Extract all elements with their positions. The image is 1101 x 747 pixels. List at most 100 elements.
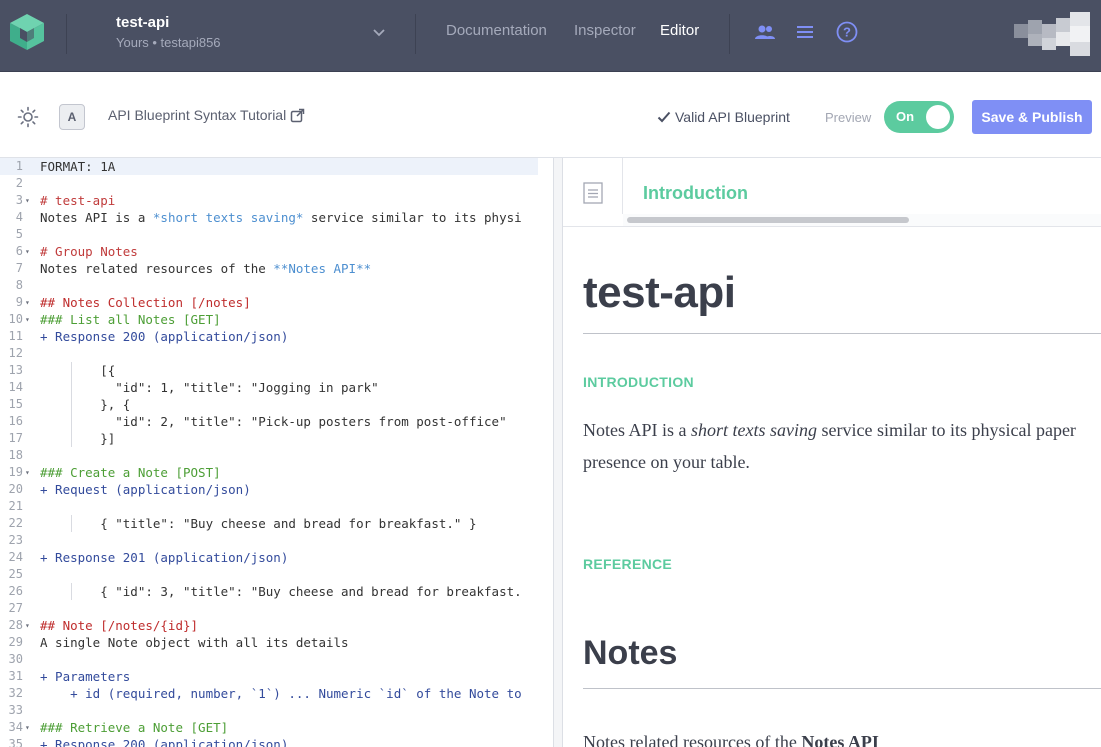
code-line[interactable]: 26 { "id": 3, "title": "Buy cheese and b… [0,583,553,600]
intro-paragraph-line-1: Notes API is a short texts saving servic… [583,414,1101,446]
code-text: ## Note [/notes/{id}] [40,618,199,633]
line-number: 22 [8,516,23,530]
code-line[interactable]: 24 + Response 201 (application/json) [0,549,553,566]
code-line[interactable]: 17 }] [0,430,553,447]
divider [415,14,416,54]
code-line[interactable]: 20 + Request (application/json) [0,481,553,498]
line-number: 20 [8,482,23,496]
fold-arrow-icon[interactable]: ▾ [25,617,30,634]
code-line[interactable]: 8 [0,277,553,294]
code-line[interactable]: 11 + Response 200 (application/json) [0,328,553,345]
intro-paragraph-line-2: presence on your table. [583,452,750,472]
project-name[interactable]: test-api [116,14,169,31]
code-line[interactable]: 10 ▾ ### List all Notes [GET] [0,311,553,328]
nav-editor[interactable]: Editor [660,22,699,39]
scrollbar-thumb[interactable] [627,217,909,223]
code-text: Notes related resources of the **Notes A… [40,261,372,276]
code-editor[interactable]: 1 FORMAT: 1A 2 3 ▾ # test-api 4 Notes API is a … [0,158,553,747]
fold-arrow-icon[interactable]: ▾ [25,311,30,328]
user-avatar[interactable] [1014,12,1090,56]
preview-toggle[interactable]: On [884,101,954,133]
line-number: 33 [8,703,23,717]
code-line[interactable]: 5 [0,226,553,243]
line-number: 13 [8,363,23,377]
code-text: ### Retrieve a Note [GET] [40,720,229,735]
code-line[interactable]: 13 [{ [0,362,553,379]
code-text: # test-api [40,193,116,208]
code-text: Notes API is a *short texts saving* serv… [40,210,522,225]
code-text: + Response 200 (application/json) [40,329,289,344]
code-text: + Parameters [40,669,131,684]
nav-inspector[interactable]: Inspector [574,22,636,39]
tutorial-link[interactable]: API Blueprint Syntax Tutorial [108,107,305,123]
code-line[interactable]: 31 + Parameters [0,668,553,685]
code-line[interactable]: 14 "id": 1, "title": "Jogging in park" [0,379,553,396]
pane-splitter[interactable] [553,158,563,747]
save-publish-button[interactable]: Save & Publish [972,100,1092,134]
apiary-logo[interactable] [8,12,46,52]
code-line[interactable]: 7 Notes related resources of the **Notes … [0,260,553,277]
code-line[interactable]: 25 [0,566,553,583]
line-number: 28 [8,618,23,632]
line-number: 29 [8,635,23,649]
list-icon[interactable] [793,20,817,44]
code-text: FORMAT: 1A [40,159,116,174]
help-icon[interactable]: ? [835,20,859,44]
line-number: 34 [8,720,23,734]
line-number: 2 [15,176,23,190]
svg-text:?: ? [843,25,851,40]
indent-guide [71,396,72,413]
editor-toolbar: A API Blueprint Syntax Tutorial Valid AP… [0,72,1101,158]
introduction-heading: INTRODUCTION [583,374,694,390]
fold-arrow-icon[interactable]: ▾ [25,243,30,260]
indent-guide [71,583,72,600]
fold-arrow-icon[interactable]: ▾ [25,294,30,311]
code-line[interactable]: 32 + id (required, number, `1`) ... Nume… [0,685,553,702]
code-line[interactable]: 28 ▾ ## Note [/notes/{id}] [0,617,553,634]
code-text: + Response 201 (application/json) [40,550,289,565]
code-line[interactable]: 16 "id": 2, "title": "Pick-up posters fr… [0,413,553,430]
documentation-preview: Introduction test-api INTRODUCTION Notes… [563,158,1101,747]
indent-guide [71,379,72,396]
table-of-contents-icon[interactable] [583,182,603,204]
code-line[interactable]: 23 [0,532,553,549]
code-line[interactable]: 4 Notes API is a *short texts saving* ser… [0,209,553,226]
fold-arrow-icon[interactable]: ▾ [25,719,30,736]
line-number: 35 [8,737,23,747]
code-line[interactable]: 33 [0,702,553,719]
code-line[interactable]: 3 ▾ # test-api [0,192,553,209]
top-navigation-bar: test-api Yours • testapi856 Documentatio… [0,0,1101,72]
code-line[interactable]: 22 { "title": "Buy cheese and bread for … [0,515,553,532]
toc-current-section[interactable]: Introduction [643,183,748,204]
keymap-button[interactable]: A [59,104,85,130]
tutorial-link-label[interactable]: API Blueprint Syntax Tutorial [108,107,286,123]
code-line[interactable]: 30 [0,651,553,668]
code-line[interactable]: 18 [0,447,553,464]
code-line[interactable]: 27 [0,600,553,617]
line-number: 10 [8,312,23,326]
code-line[interactable]: 1 FORMAT: 1A [0,158,538,175]
theme-sun-icon[interactable] [17,106,39,128]
fold-arrow-icon[interactable]: ▾ [25,192,30,209]
code-line[interactable]: 29 A single Note object with all its deta… [0,634,553,651]
line-number: 19 [8,465,23,479]
chevron-down-icon[interactable] [371,27,387,39]
group-bold: Notes API [801,732,879,747]
line-number: 5 [15,227,23,241]
nav-documentation[interactable]: Documentation [446,22,547,39]
divider [583,333,1101,334]
code-line[interactable]: 9 ▾ ## Notes Collection [/notes] [0,294,553,311]
reference-heading: REFERENCE [583,556,673,572]
team-icon[interactable] [753,20,777,44]
code-line[interactable]: 2 [0,175,553,192]
code-line[interactable]: 34 ▾ ### Retrieve a Note [GET] [0,719,553,736]
line-number: 14 [8,380,23,394]
code-line[interactable]: 6 ▾ # Group Notes [0,243,553,260]
code-line[interactable]: 12 [0,345,553,362]
line-number: 3 [15,193,23,207]
fold-arrow-icon[interactable]: ▾ [25,464,30,481]
code-line[interactable]: 35 + Response 200 (application/json) [0,736,553,747]
code-line[interactable]: 19 ▾ ### Create a Note [POST] [0,464,553,481]
code-line[interactable]: 21 [0,498,553,515]
code-line[interactable]: 15 }, { [0,396,553,413]
